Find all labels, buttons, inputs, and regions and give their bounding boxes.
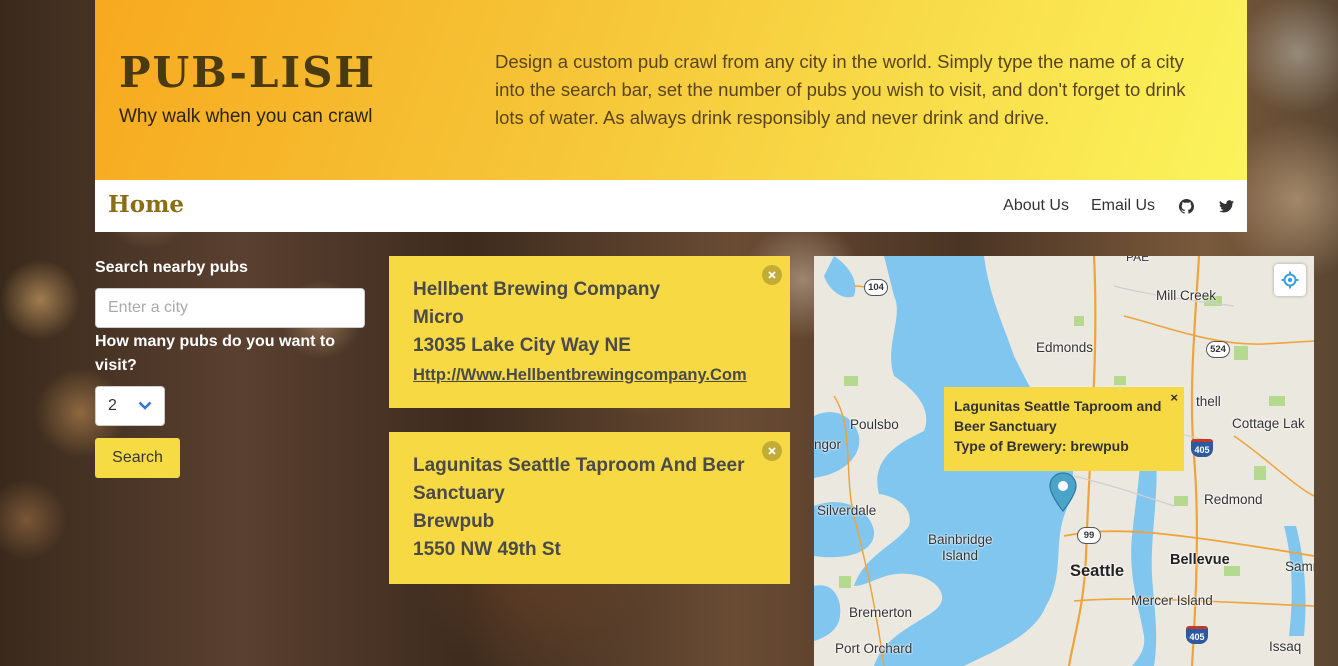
map-label: Edmonds [1036,340,1094,355]
route-104-shield: 104 [864,279,888,296]
chevron-down-icon [138,397,152,415]
map-label: thell [1196,394,1221,409]
search-panel: Search nearby pubs How many pubs do you … [95,256,365,478]
pub-count-select[interactable]: 2 [95,386,165,426]
navbar: Home About Us Email Us [95,180,1247,232]
close-icon[interactable] [762,441,782,461]
hero-header: PUB-LISH Why walk when you can crawl Des… [95,0,1247,180]
search-button[interactable]: Search [95,438,180,478]
map-label: Seattle [1070,562,1125,580]
locate-me-button[interactable] [1274,264,1306,296]
popup-type: Type of Brewery: brewpub [954,438,1129,454]
nav-email-link[interactable]: Email Us [1091,197,1155,215]
pub-type: Micro [413,307,464,328]
interstate-405-shield: 405 [1191,439,1213,457]
route-524-shield: 524 [1206,341,1230,358]
result-card: Lagunitas Seattle Taproom And Beer Sanct… [389,432,790,584]
pub-name: Hellbent Brewing Company [413,279,661,300]
pub-name: Lagunitas Seattle Taproom And Beer Sanct… [413,455,745,504]
route-99-shield: 99 [1077,527,1101,544]
twitter-icon[interactable] [1217,197,1235,215]
map-label: Island [942,548,979,563]
map-label: Bainbridge [928,532,993,547]
map-label: Redmond [1204,492,1263,507]
city-input[interactable] [95,288,365,328]
map-label: Issaq [1269,639,1302,654]
crosshair-icon [1281,271,1299,289]
intro-text: Design a custom pub crawl from any city … [495,51,1186,128]
search-label: Search nearby pubs [95,259,248,276]
map-marker-icon[interactable] [1048,471,1078,515]
map-label: Silverdale [817,503,877,518]
map-label: Samma [1285,559,1314,574]
github-icon[interactable] [1177,197,1195,215]
interstate-405-shield: 405 [1186,626,1208,644]
close-icon[interactable] [762,265,782,285]
map-label: PAE [1126,256,1150,264]
nav-home-link[interactable]: Home [108,191,184,218]
map-label: Port Orchard [835,641,913,656]
brand-tagline: Why walk when you can crawl [119,106,373,127]
map-label: Poulsbo [850,417,899,432]
map-popup: Lagunitas Seattle Taproom and Beer Sanct… [944,387,1184,471]
popup-close-icon[interactable]: × [1170,388,1178,408]
map-label: Bellevue [1170,552,1230,568]
map-label: Bremerton [849,605,913,620]
map-label: Mill Creek [1156,288,1217,303]
pub-website-link[interactable]: Http://Www.Hellbentbrewingcompany.Com [413,360,766,390]
map[interactable]: PAE Mill Creek Edmonds thell Poulsbo ngo… [814,256,1314,666]
map-label: ngor [814,437,842,452]
map-label: Mercer Island [1131,593,1213,608]
pub-count-value: 2 [108,397,117,414]
popup-name: Lagunitas Seattle Taproom and Beer Sanct… [954,398,1162,434]
brand-title: PUB-LISH [119,48,377,97]
pub-type: Brewpub [413,511,495,532]
pub-count-label: How many pubs do you want to visit? [95,333,335,374]
pub-address: 1550 NW 49th St [413,539,561,560]
nav-links: About Us Email Us [981,180,1235,232]
map-label: Cottage Lak [1232,416,1305,431]
pub-address: 13035 Lake City Way NE [413,335,631,356]
nav-about-link[interactable]: About Us [1003,197,1069,215]
result-card: Hellbent Brewing Company Micro 13035 Lak… [389,256,790,408]
